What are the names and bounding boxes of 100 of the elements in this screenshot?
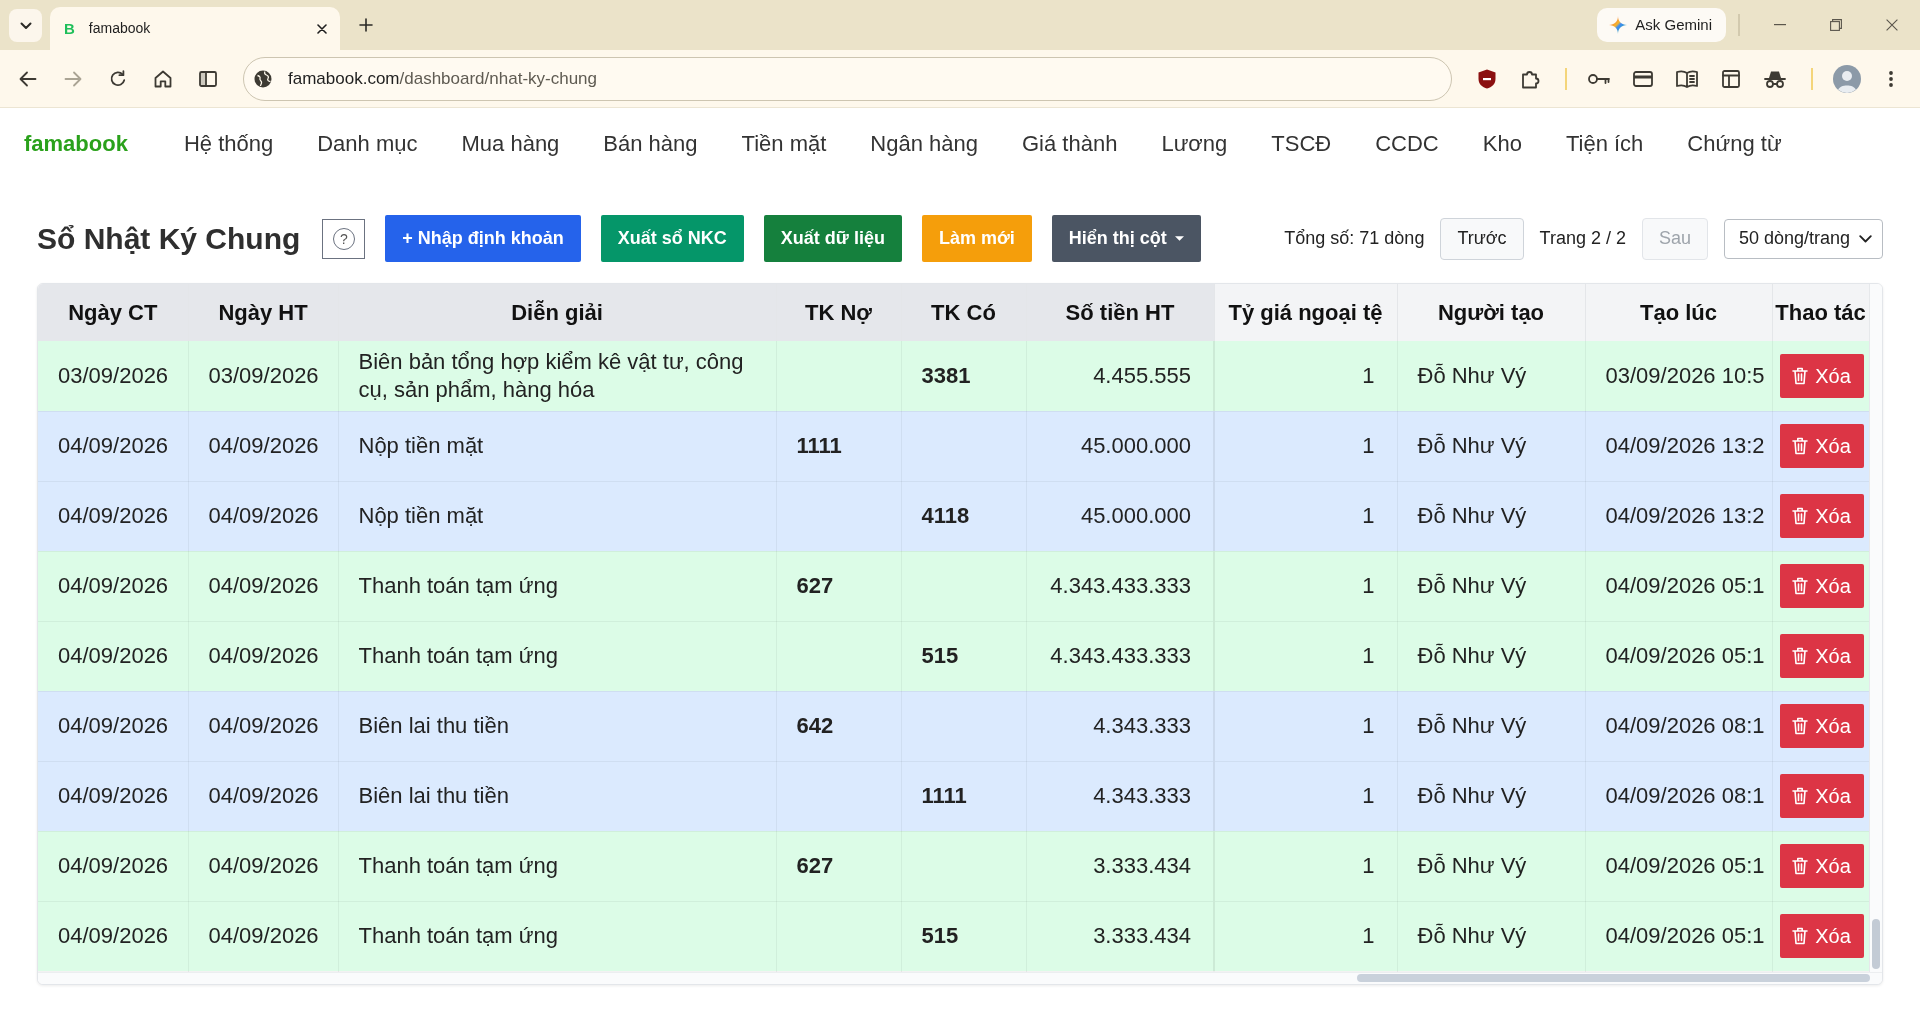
nav-link[interactable]: Chứng từ xyxy=(1687,126,1782,160)
shield-icon[interactable] xyxy=(1478,68,1496,89)
trash-icon xyxy=(1792,647,1809,665)
table-cell: 1 xyxy=(1214,621,1397,691)
card-icon[interactable] xyxy=(1633,70,1653,87)
plus-icon[interactable] xyxy=(359,18,373,32)
globe-icon[interactable] xyxy=(254,69,272,88)
table-cell: Biên lai thu tiền xyxy=(338,761,776,831)
column-header: Ngày HT xyxy=(188,284,338,341)
table-cell: 04/09/2026 xyxy=(38,411,188,481)
page-size-select[interactable]: 50 dòng/trang xyxy=(1724,218,1883,259)
nav-link[interactable]: Bán hàng xyxy=(603,126,698,160)
table-cell: 1111 xyxy=(776,411,901,481)
delete-button[interactable]: Xóa xyxy=(1779,353,1864,398)
delete-button[interactable]: Xóa xyxy=(1779,844,1864,888)
column-header: Người tạo xyxy=(1397,284,1585,341)
table-cell: 1 xyxy=(1214,481,1397,551)
column-header: Diễn giải xyxy=(338,284,776,341)
table-cell: 04/09/2026 xyxy=(38,901,188,971)
record-count: Tổng số: 71 dòng xyxy=(1284,227,1425,250)
dropdown-button[interactable]: Hiển thị cột xyxy=(1051,215,1201,262)
table-cell: 04/09/2026 13:2 xyxy=(1585,411,1772,481)
prev-page-button[interactable]: Trước xyxy=(1440,217,1524,260)
column-header: TK Nợ xyxy=(776,284,901,341)
puzzle-icon[interactable] xyxy=(1521,68,1541,89)
delete-button[interactable]: Xóa xyxy=(1779,634,1864,678)
table-cell: Đỗ Như Vý xyxy=(1397,621,1585,691)
table-cell: 3381 xyxy=(901,341,1026,411)
trash-icon xyxy=(1792,717,1809,735)
home-icon[interactable] xyxy=(154,69,172,88)
table-cell: Nộp tiền mặt xyxy=(338,411,776,481)
address-bar[interactable]: famabook.com/dashboard/nhat-ky-chung xyxy=(243,56,1452,101)
table-cell: 4118 xyxy=(901,481,1026,551)
ask-gemini-button[interactable]: Ask Gemini xyxy=(1597,8,1726,42)
nav-link[interactable]: Ngân hàng xyxy=(870,126,978,160)
table-cell: 04/09/2026 xyxy=(38,551,188,621)
favicon-icon: B xyxy=(64,21,75,36)
nav-link[interactable]: Mua hàng xyxy=(461,126,560,160)
nav-link[interactable]: TSCĐ xyxy=(1271,126,1332,160)
browser-tab[interactable]: B famabook xyxy=(50,7,340,50)
vertical-scrollbar-thumb[interactable] xyxy=(1872,918,1880,969)
table-cell: 03/09/2026 xyxy=(38,341,188,411)
table-cell: 627 xyxy=(776,831,901,901)
table-cell: 1 xyxy=(1214,691,1397,761)
table-cell: 515 xyxy=(901,621,1026,691)
table-cell: 04/09/2026 08:1 xyxy=(1585,761,1772,831)
key-icon[interactable] xyxy=(1588,72,1610,85)
table-cell: Đỗ Như Vý xyxy=(1397,901,1585,971)
column-header: Tỷ giá ngoại tệ xyxy=(1214,284,1397,341)
action-button[interactable]: Xuất sổ NKC xyxy=(600,215,744,262)
table-cell: 04/09/2026 05:1 xyxy=(1585,831,1772,901)
table-cell: 03/09/2026 10:5 xyxy=(1585,341,1772,411)
help-button[interactable]: ? xyxy=(322,218,366,259)
layout-icon[interactable] xyxy=(1722,69,1740,88)
delete-button[interactable]: Xóa xyxy=(1779,704,1864,748)
nav-link[interactable]: Tiện ích xyxy=(1565,126,1644,160)
table-cell: Thanh toán tạm ứng xyxy=(338,551,776,621)
table-cell: 03/09/2026 xyxy=(188,341,338,411)
page-title: Sổ Nhật Ký Chung xyxy=(37,222,301,255)
table-cell: 04/09/2026 xyxy=(188,901,338,971)
book-icon[interactable] xyxy=(1676,69,1698,88)
delete-button[interactable]: Xóa xyxy=(1779,564,1864,608)
action-button[interactable]: + Nhập định khoản xyxy=(385,215,581,262)
tab-list-button[interactable] xyxy=(9,9,42,42)
nav-link[interactable]: Lương xyxy=(1161,126,1228,160)
table-cell: Biên lai thu tiền xyxy=(338,691,776,761)
avatar-icon[interactable] xyxy=(1833,64,1861,93)
minimize-icon[interactable] xyxy=(1774,24,1786,26)
back-icon[interactable] xyxy=(19,70,37,87)
hat-glasses-icon[interactable] xyxy=(1764,69,1786,88)
page-indicator: Trang 2 / 2 xyxy=(1539,227,1626,250)
nav-link[interactable]: Danh mục xyxy=(317,126,418,160)
more-icon[interactable] xyxy=(1889,70,1893,87)
delete-button[interactable]: Xóa xyxy=(1779,914,1864,958)
nav-link[interactable]: Giá thành xyxy=(1022,126,1118,160)
nav-link[interactable]: CCDC xyxy=(1375,126,1439,160)
table-cell: 04/09/2026 xyxy=(38,621,188,691)
delete-button[interactable]: Xóa xyxy=(1779,494,1864,538)
column-header: Thao tác xyxy=(1772,284,1869,341)
trash-icon xyxy=(1792,787,1809,805)
table-cell: Thanh toán tạm ứng xyxy=(338,621,776,691)
delete-button[interactable]: Xóa xyxy=(1779,424,1864,468)
table-cell: 04/09/2026 13:2 xyxy=(1585,481,1772,551)
reload-icon[interactable] xyxy=(109,69,127,88)
table-cell: Đỗ Như Vý xyxy=(1397,341,1585,411)
table-cell: 04/09/2026 xyxy=(188,761,338,831)
nav-link[interactable]: Hệ thống xyxy=(183,126,274,160)
delete-button[interactable]: Xóa xyxy=(1779,774,1864,818)
close-icon[interactable] xyxy=(317,23,327,34)
restore-icon[interactable] xyxy=(1830,19,1842,31)
split-view-icon[interactable] xyxy=(199,69,217,88)
nav-link[interactable]: Kho xyxy=(1482,126,1522,160)
trash-icon xyxy=(1792,507,1809,525)
nav-link[interactable]: Tiền mặt xyxy=(741,126,827,160)
table-cell: 04/09/2026 05:1 xyxy=(1585,621,1772,691)
action-button[interactable]: Xuất dữ liệu xyxy=(763,215,902,262)
chevron-down-icon xyxy=(1859,234,1872,243)
horizontal-scrollbar-thumb[interactable] xyxy=(1357,974,1870,982)
table-cell: 04/09/2026 xyxy=(188,691,338,761)
table-cell: 04/09/2026 xyxy=(38,691,188,761)
